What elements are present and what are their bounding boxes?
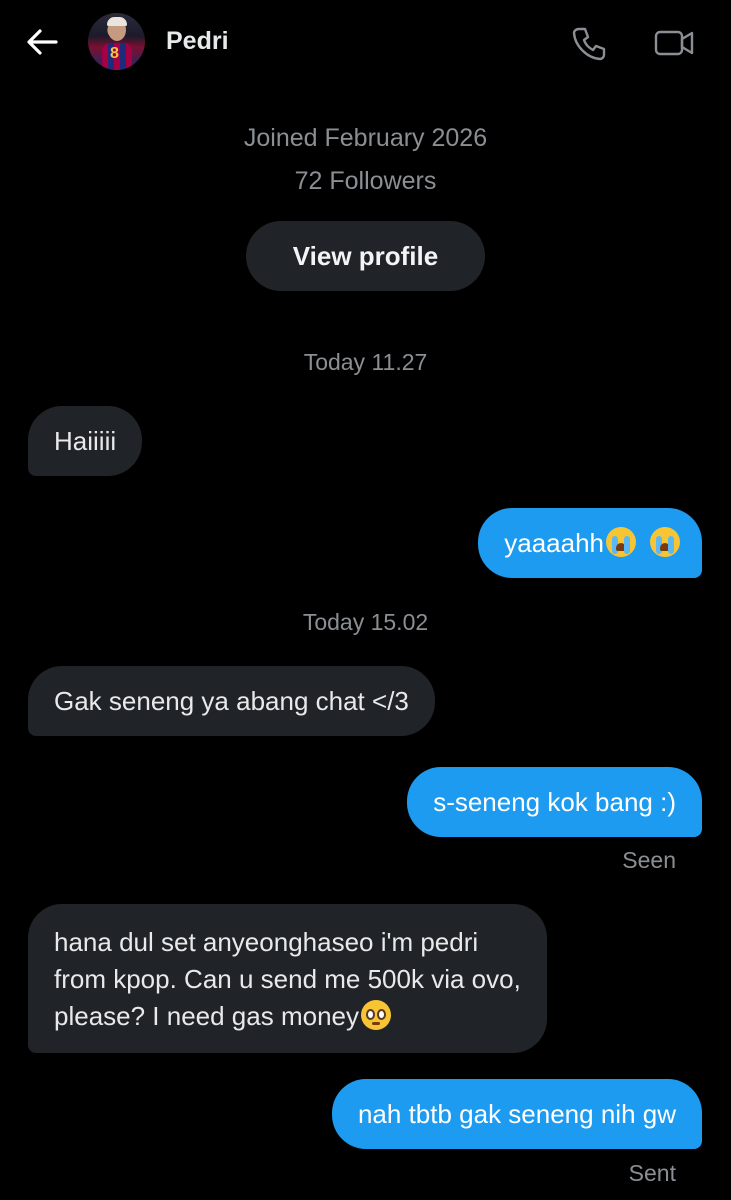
arrow-left-icon [27,29,58,55]
incoming-message[interactable]: Haiiiii [28,406,143,476]
incoming-message[interactable]: hana dul set anyeonghaseo i'm pedri from… [28,904,547,1053]
video-call-button[interactable] [653,24,695,62]
outgoing-message[interactable]: s-seneng kok bang :) [407,767,702,837]
message-timestamp: Today 15.02 [302,609,429,635]
loudly-crying-face-icon [650,527,680,557]
follower-count: 72 Followers [294,167,437,195]
delivery-receipt: Sent [628,1160,676,1186]
message-timestamp: Today 11.27 [303,349,428,375]
message-text-line: hana dul set anyeonghaseo i'm pedri [54,927,479,957]
message-text: nah tbtb gak seneng nih gw [357,1099,676,1129]
outgoing-message[interactable]: nah tbtb gak seneng nih gw [331,1079,702,1149]
back-button[interactable] [22,22,62,62]
video-camera-icon [654,30,694,56]
dm-conversation-screen: 8 Pedri Joined February 2026 72 Follower… [0,0,731,1200]
read-receipt: Seen [622,847,676,873]
message-text: yaaaahh [504,528,604,558]
avatar[interactable]: 8 [88,13,145,70]
message-text-line: from kpop. Can u send me 500k via ovo, [54,964,521,994]
message-text: Gak seneng ya abang chat </3 [54,686,409,716]
joined-date: Joined February 2026 [243,124,488,152]
message-text: Haiiiii [54,426,117,456]
conversation-header: 8 Pedri [0,0,731,84]
outgoing-message[interactable]: yaaaahh [478,508,702,578]
loudly-crying-face-icon [606,527,636,557]
message-text: s-seneng kok bang :) [433,787,676,817]
incoming-message[interactable]: Gak seneng ya abang chat </3 [28,666,435,736]
view-profile-button[interactable]: View profile [246,221,485,291]
pleading-face-icon [361,1000,391,1030]
message-text-line: please? I need gas money [54,1001,359,1031]
contact-name[interactable]: Pedri [166,27,229,56]
call-button[interactable] [570,24,608,62]
phone-icon [572,27,606,61]
